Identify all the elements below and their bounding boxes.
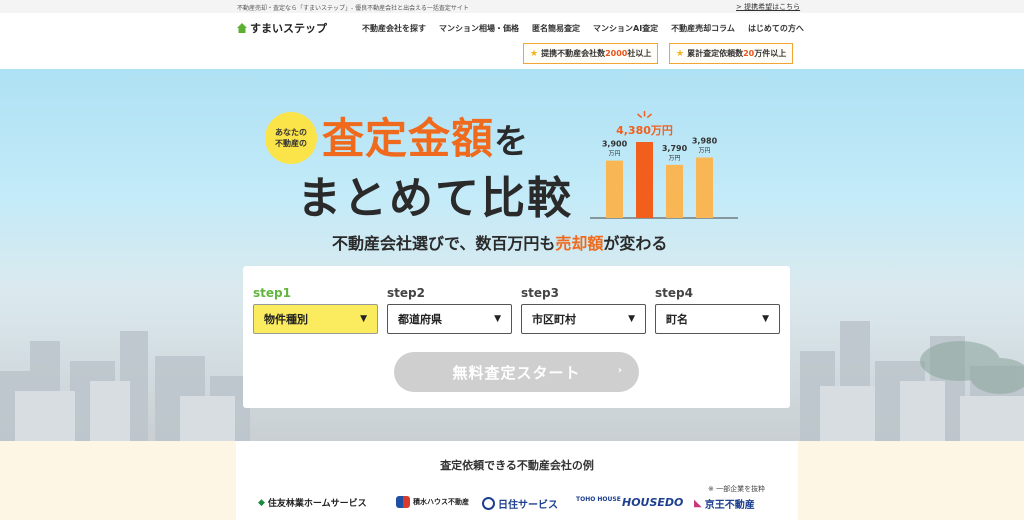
- logo-text: すまいステップ: [250, 22, 327, 35]
- star-icon: ★: [530, 48, 539, 59]
- partner-count-badge: ★ 提携不動産会社数 2000 社以上: [523, 43, 659, 64]
- chart-value-label: 4,380万円: [616, 124, 673, 137]
- hero-subline: 不動産会社選びで、数百万円も売却額が変わる: [332, 234, 668, 253]
- company-logo-housedo: HOUSEDO: [622, 496, 684, 509]
- company-logo-toho: TOHO HOUSE: [576, 496, 621, 503]
- prefecture-select[interactable]: 都道府県 ▼: [387, 304, 512, 334]
- site-tagline: 不動産売却・査定なら「すまいステップ」- 優良不動産会社と出会える一括査定サイト: [237, 5, 469, 12]
- appraisal-form: step1 物件種別 ▼ step2 都道府県 ▼ step3 市区町村 ▼ s…: [243, 266, 790, 408]
- step2-label: step2: [387, 286, 425, 300]
- city-select[interactable]: 市区町村 ▼: [521, 304, 646, 334]
- site-logo[interactable]: すまいステップ: [237, 20, 327, 36]
- house-icon: [237, 23, 247, 33]
- chart-unit-label: 万円: [668, 155, 680, 162]
- dropdown-arrow-icon: ▼: [762, 314, 769, 324]
- sparkle-icon: [646, 113, 652, 119]
- nav-item-find-company[interactable]: 不動産会社を探す: [362, 23, 426, 34]
- hero-bubble: あなたの 不動産の: [265, 112, 317, 164]
- hero-headline-line1: 査定金額を: [322, 105, 528, 166]
- step2-group: step2 都道府県 ▼: [387, 286, 512, 334]
- companies-heading: 査定依頼できる不動産会社の例: [440, 459, 594, 472]
- nav-item-anonymous-appraisal[interactable]: 匿名簡易査定: [532, 23, 580, 34]
- chart-bar: [696, 157, 713, 218]
- chevron-right-icon: ›: [617, 365, 623, 376]
- chart-unit-label: 万円: [608, 151, 620, 158]
- company-logo-sumitomo: ◆ 住友林業ホームサービス: [258, 497, 367, 510]
- step1-group: step1 物件種別 ▼: [253, 286, 378, 334]
- keio-logo-icon: ◣: [694, 498, 702, 509]
- step1-label: step1: [253, 286, 291, 300]
- chart-value-label: 3,980: [692, 137, 718, 146]
- dropdown-arrow-icon: ▼: [360, 314, 367, 324]
- chart-bar: [606, 160, 623, 218]
- price-comparison-chart: 3,900 万円 4,380万円 3,790 万円 3,980 万円: [590, 111, 738, 219]
- chart-bar: [666, 164, 683, 218]
- chart-value-label: 3,900: [602, 140, 628, 149]
- step3-group: step3 市区町村 ▼: [521, 286, 646, 334]
- nav-item-ai-appraisal[interactable]: マンションAI査定: [593, 23, 658, 34]
- sekisui-logo-icon: [396, 496, 410, 508]
- sumitomo-logo-icon: ◆: [258, 497, 265, 508]
- step4-label: step4: [655, 286, 693, 300]
- town-select[interactable]: 町名 ▼: [655, 304, 780, 334]
- companies-panel: 査定依頼できる不動産会社の例 ※ 一部企業を抜粋 ◆ 住友林業ホームサービス 積…: [236, 441, 798, 520]
- company-logos: ◆ 住友林業ホームサービス 積水ハウス不動産 日住サービス TOHO HOUSE…: [236, 496, 798, 514]
- property-type-select[interactable]: 物件種別 ▼: [253, 304, 378, 334]
- sparkle-icon: [637, 113, 643, 119]
- company-logo-keio: ◣ 京王不動産: [694, 498, 755, 511]
- companies-section: 査定依頼できる不動産会社の例 ※ 一部企業を抜粋 ◆ 住友林業ホームサービス 積…: [0, 441, 1024, 520]
- company-logo-nichiju: 日住サービス: [482, 496, 558, 511]
- start-appraisal-button[interactable]: 無料査定スタート ›: [394, 352, 639, 392]
- star-icon: ★: [676, 48, 685, 59]
- nichiju-logo-icon: [482, 497, 495, 510]
- step3-label: step3: [521, 286, 559, 300]
- nav-item-mansion-price[interactable]: マンション相場・価格: [439, 23, 519, 34]
- headline-highlight: 査定金額: [322, 114, 495, 163]
- headline-particle: を: [494, 122, 529, 162]
- chart-unit-label: 万円: [698, 148, 710, 155]
- chart-value-label: 3,790: [662, 144, 688, 153]
- company-logo-sekisui: 積水ハウス不動産: [396, 496, 469, 508]
- main-nav: 不動産会社を探す マンション相場・価格 匿名簡易査定 マンションAI査定 不動産…: [362, 23, 817, 34]
- nav-item-beginners[interactable]: はじめての方へ: [748, 23, 804, 34]
- partner-link[interactable]: > 提携希望はこちら: [736, 2, 800, 12]
- top-strip: 不動産売却・査定なら「すまいステップ」- 優良不動産会社と出会える一括査定サイト…: [0, 0, 1024, 13]
- request-count-badge: ★ 累計査定依頼数 20 万件以上: [669, 43, 794, 64]
- dropdown-arrow-icon: ▼: [494, 314, 501, 324]
- nav-item-column[interactable]: 不動産売却コラム: [671, 23, 735, 34]
- dropdown-arrow-icon: ▼: [628, 314, 635, 324]
- companies-note: ※ 一部企業を抜粋: [708, 485, 766, 493]
- chart-bar: [636, 142, 653, 218]
- hero-headline-line2: まとめて比較: [297, 173, 573, 224]
- step4-group: step4 町名 ▼: [655, 286, 780, 334]
